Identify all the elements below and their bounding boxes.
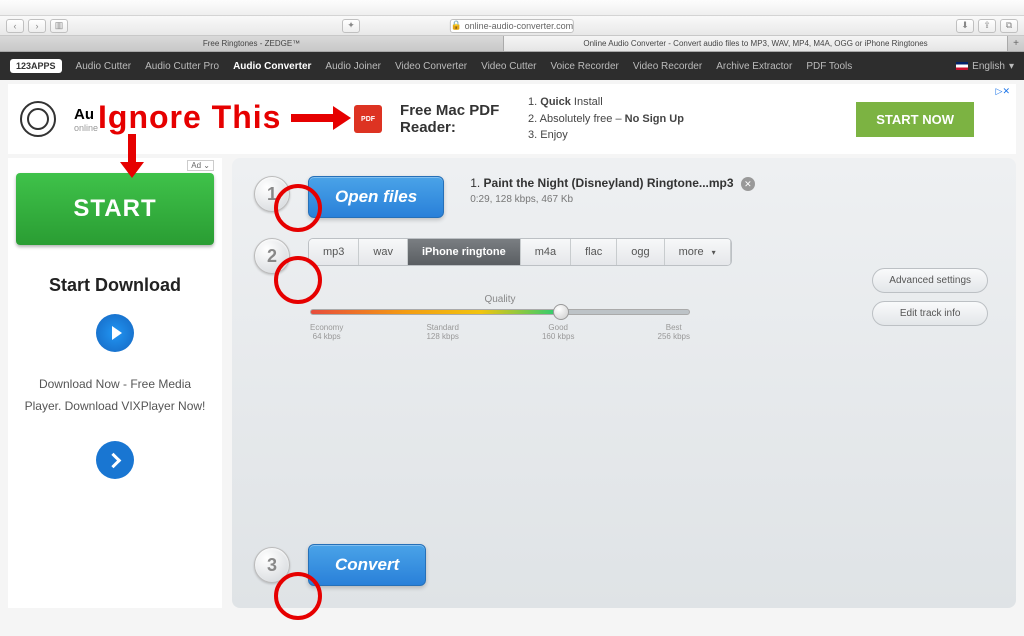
- apps-logo[interactable]: 123APPS: [10, 59, 62, 73]
- advanced-settings-button[interactable]: Advanced settings: [872, 268, 988, 293]
- app-logo-icon: [20, 101, 56, 137]
- app-title-block: Au online: [74, 106, 98, 133]
- format-wav[interactable]: wav: [359, 239, 408, 265]
- format-ogg[interactable]: ogg: [617, 239, 664, 265]
- adchoices-icon[interactable]: ▷✕: [996, 86, 1010, 97]
- format-more-label: more: [679, 246, 704, 258]
- quality-thumb[interactable]: [553, 304, 569, 320]
- sidebar-title: Start Download: [49, 275, 181, 296]
- reader-button[interactable]: ✦: [342, 19, 360, 33]
- share-button[interactable]: ⇪: [978, 19, 996, 33]
- step-1-row: 1 Open files 1. Paint the Night (Disneyl…: [254, 176, 994, 218]
- nav-video-recorder[interactable]: Video Recorder: [633, 61, 702, 72]
- app-title: Au: [74, 106, 98, 123]
- window-titlebar: [0, 0, 1024, 16]
- format-iphone-ringtone[interactable]: iPhone ringtone: [408, 239, 521, 265]
- new-tab-button[interactable]: +: [1008, 36, 1024, 51]
- app-subtitle: online: [74, 123, 98, 133]
- chevron-updown-icon: ▾: [712, 248, 716, 257]
- pdf-icon: PDF: [354, 105, 382, 133]
- language-selector[interactable]: English ▾: [956, 61, 1014, 72]
- file-remove-icon[interactable]: ✕: [741, 177, 755, 191]
- url-text: online-audio-converter.com: [465, 21, 574, 31]
- format-more[interactable]: more ▾: [665, 239, 731, 265]
- chevron-down-icon: ▾: [1009, 61, 1014, 72]
- tab-zedge[interactable]: Free Ringtones - ZEDGE™: [0, 36, 504, 51]
- sidebar-toggle[interactable]: ▥: [50, 19, 68, 33]
- open-files-button[interactable]: Open files: [308, 176, 444, 218]
- format-m4a[interactable]: m4a: [521, 239, 571, 265]
- nav-audio-converter[interactable]: Audio Converter: [233, 61, 311, 72]
- file-name: Paint the Night (Disneyland) Ringtone...…: [484, 176, 734, 190]
- quality-section: Quality Economy64 kbps Standard128 kbps …: [310, 294, 690, 341]
- nav-pdf-tools[interactable]: PDF Tools: [806, 61, 852, 72]
- ad-headline: Free Mac PDF Reader:: [400, 102, 510, 136]
- nav-video-cutter[interactable]: Video Cutter: [481, 61, 536, 72]
- browser-toolbar: ‹ › ▥ ✦ 🔒 online-audio-converter.com ⬇ ⇪…: [0, 16, 1024, 36]
- step-3-badge: 3: [254, 547, 290, 583]
- sidebar-arrow-button[interactable]: [96, 441, 134, 479]
- nav-audio-cutter[interactable]: Audio Cutter: [76, 61, 132, 72]
- format-mp3[interactable]: mp3: [309, 239, 359, 265]
- downloads-button[interactable]: ⬇: [956, 19, 974, 33]
- file-info: 1. Paint the Night (Disneyland) Ringtone…: [470, 176, 755, 205]
- ad-badge[interactable]: Ad ⌄: [187, 160, 214, 171]
- lock-icon: 🔒: [451, 20, 462, 31]
- quality-marks: Economy64 kbps Standard128 kbps Good160 …: [310, 323, 690, 341]
- app-nav: 123APPS Audio Cutter Audio Cutter Pro Au…: [0, 52, 1024, 80]
- tabs-button[interactable]: ⧉: [1000, 19, 1018, 33]
- sidebar-description: Download Now - Free Media Player. Downlo…: [16, 374, 214, 417]
- format-tabs: mp3 wav iPhone ringtone m4a flac ogg mor…: [308, 238, 732, 266]
- nav-video-converter[interactable]: Video Converter: [395, 61, 467, 72]
- language-label: English: [972, 61, 1005, 72]
- format-flac[interactable]: flac: [571, 239, 617, 265]
- address-bar[interactable]: 🔒 online-audio-converter.com: [450, 19, 574, 33]
- ad-features: 1. Quick Install 2. Absolutely free – No…: [528, 94, 684, 144]
- quality-slider[interactable]: [310, 309, 690, 315]
- convert-button[interactable]: Convert: [308, 544, 426, 586]
- tab-converter[interactable]: Online Audio Converter - Convert audio f…: [504, 36, 1008, 51]
- step-2-badge: 2: [254, 238, 290, 274]
- browser-tabs: Free Ringtones - ZEDGE™ Online Audio Con…: [0, 36, 1024, 52]
- play-icon[interactable]: [96, 314, 134, 352]
- sidebar-start-button[interactable]: START: [16, 173, 214, 245]
- ad-banner: Au online PDF Free Mac PDF Reader: 1. Qu…: [8, 84, 1016, 154]
- file-index: 1.: [470, 176, 480, 190]
- back-button[interactable]: ‹: [6, 19, 24, 33]
- nav-voice-recorder[interactable]: Voice Recorder: [551, 61, 619, 72]
- edit-track-info-button[interactable]: Edit track info: [872, 301, 988, 326]
- forward-button[interactable]: ›: [28, 19, 46, 33]
- advanced-buttons: Advanced settings Edit track info: [872, 268, 988, 326]
- file-meta: 0:29, 128 kbps, 467 Kb: [470, 194, 755, 205]
- step-1-badge: 1: [254, 176, 290, 212]
- ad-cta-button[interactable]: START NOW: [856, 102, 974, 137]
- nav-archive-extractor[interactable]: Archive Extractor: [716, 61, 792, 72]
- sidebar-ad: Ad ⌄ START Start Download Download Now -…: [8, 158, 222, 608]
- nav-audio-joiner[interactable]: Audio Joiner: [325, 61, 381, 72]
- converter-panel: 1 Open files 1. Paint the Night (Disneyl…: [232, 158, 1016, 608]
- quality-label: Quality: [310, 294, 690, 305]
- flag-icon: [956, 62, 968, 70]
- nav-audio-cutter-pro[interactable]: Audio Cutter Pro: [145, 61, 219, 72]
- step-3-row: 3 Convert: [254, 544, 426, 586]
